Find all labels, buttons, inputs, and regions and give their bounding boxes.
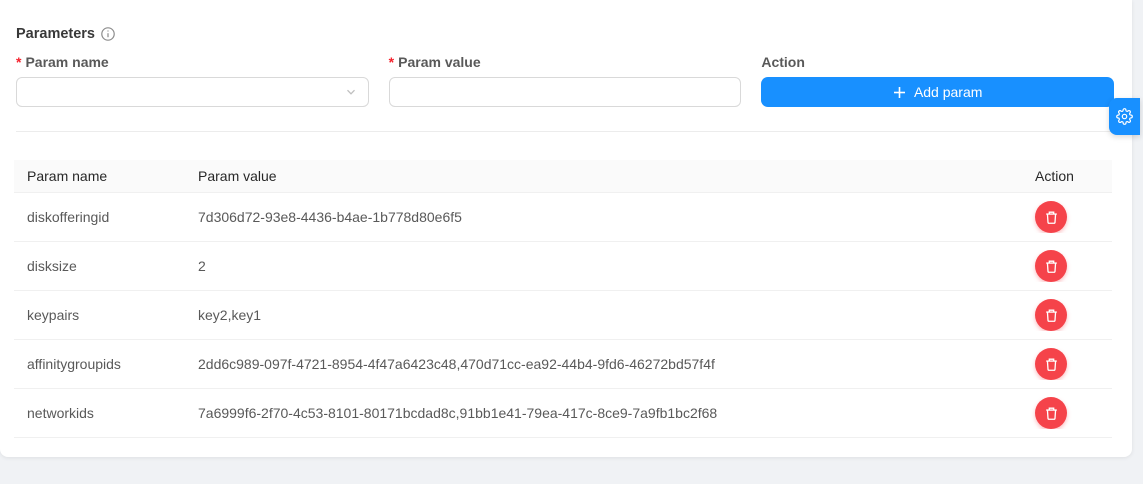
action-label: Action	[761, 53, 1114, 70]
param-value-cell: 7a6999f6-2f70-4c53-8101-80171bcdad8c,91b…	[185, 397, 1022, 429]
chevron-down-icon	[345, 86, 357, 98]
table-row: disksize 2	[14, 242, 1112, 291]
gear-icon	[1116, 108, 1133, 125]
form-divider	[16, 131, 1114, 132]
table-row: networkids 7a6999f6-2f70-4c53-8101-80171…	[14, 389, 1112, 438]
delete-icon	[1044, 259, 1059, 274]
param-value-cell: 7d306d72-93e8-4436-b4ae-1b778d80e6f5	[185, 201, 1022, 233]
param-name-cell: keypairs	[14, 299, 185, 331]
delete-icon	[1044, 406, 1059, 421]
delete-param-button[interactable]	[1035, 250, 1067, 282]
param-name-label-text: Param name	[25, 54, 108, 70]
table-header-row: Param name Param value Action	[14, 160, 1112, 193]
param-name-cell: networkids	[14, 397, 185, 429]
required-asterisk: *	[389, 54, 394, 70]
table-row: keypairs key2,key1	[14, 291, 1112, 340]
param-name-cell: disksize	[14, 250, 185, 282]
info-circle-icon[interactable]	[101, 27, 115, 41]
action-cell	[1022, 299, 1112, 331]
column-header-action: Action	[1022, 160, 1112, 192]
plus-icon	[893, 86, 906, 99]
param-name-cell: diskofferingid	[14, 201, 185, 233]
param-name-select[interactable]	[16, 77, 369, 107]
required-asterisk: *	[16, 54, 21, 70]
param-value-label-text: Param value	[398, 54, 481, 70]
param-value-cell: 2dd6c989-097f-4721-8954-4f47a6423c48,470…	[185, 348, 1022, 380]
param-name-label: * Param name	[16, 53, 369, 70]
action-label-text: Action	[761, 54, 805, 70]
table-row: diskofferingid 7d306d72-93e8-4436-b4ae-1…	[14, 193, 1112, 242]
column-header-param-name: Param name	[14, 160, 185, 192]
param-form: * Param name * Param value Action	[16, 53, 1114, 107]
action-field-group: Action Add param	[761, 53, 1114, 107]
delete-param-button[interactable]	[1035, 201, 1067, 233]
action-cell	[1022, 348, 1112, 380]
delete-icon	[1044, 308, 1059, 323]
settings-drawer-handle[interactable]	[1109, 98, 1140, 135]
table-body: diskofferingid 7d306d72-93e8-4436-b4ae-1…	[14, 193, 1112, 438]
param-value-field-group: * Param value	[389, 53, 742, 107]
column-header-param-value: Param value	[185, 160, 1022, 192]
param-name-cell: affinitygroupids	[14, 348, 185, 380]
action-cell	[1022, 201, 1112, 233]
action-cell	[1022, 250, 1112, 282]
add-param-button-label: Add param	[914, 84, 982, 100]
delete-param-button[interactable]	[1035, 397, 1067, 429]
params-table: Param name Param value Action diskofferi…	[14, 160, 1112, 438]
delete-param-button[interactable]	[1035, 299, 1067, 331]
action-cell	[1022, 397, 1112, 429]
param-value-cell: key2,key1	[185, 299, 1022, 331]
panel-title: Parameters	[16, 26, 95, 42]
param-value-input[interactable]	[389, 77, 742, 107]
panel-header: Parameters	[16, 26, 1114, 42]
param-name-field-group: * Param name	[16, 53, 369, 107]
add-param-button[interactable]: Add param	[761, 77, 1114, 107]
delete-param-button[interactable]	[1035, 348, 1067, 380]
param-value-label: * Param value	[389, 53, 742, 70]
table-row: affinitygroupids 2dd6c989-097f-4721-8954…	[14, 340, 1112, 389]
delete-icon	[1044, 210, 1059, 225]
param-value-cell: 2	[185, 250, 1022, 282]
parameters-panel: Parameters * Param name	[0, 0, 1132, 457]
delete-icon	[1044, 357, 1059, 372]
